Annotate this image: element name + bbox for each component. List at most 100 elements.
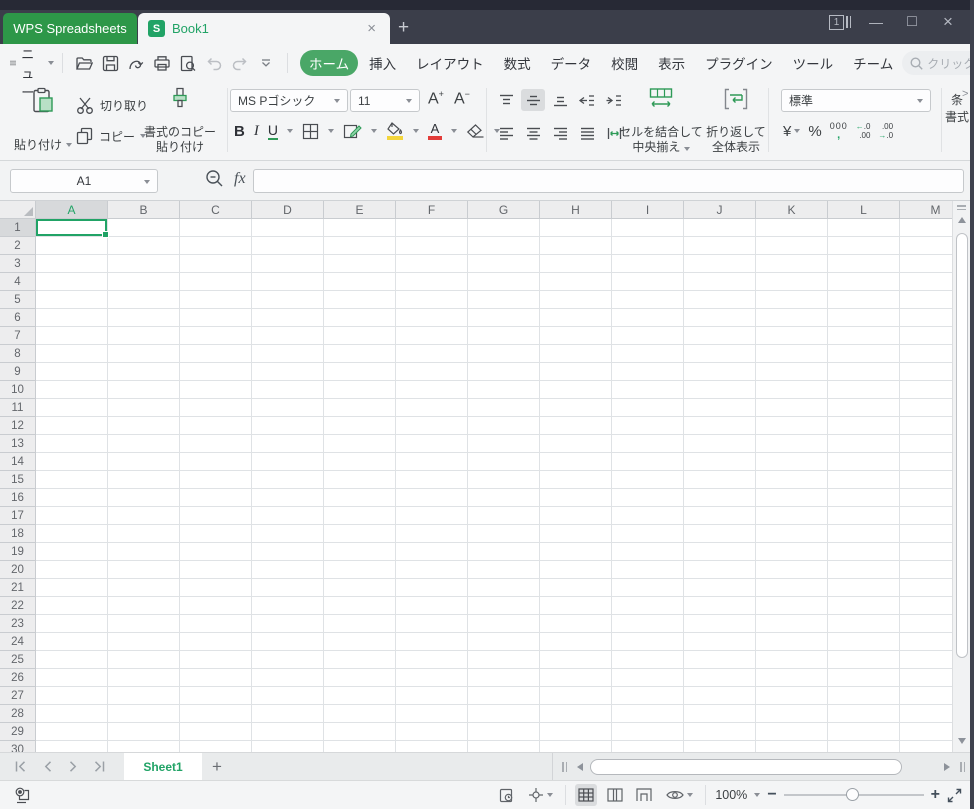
row-header-23[interactable]: 23 [0,615,35,633]
column-header-E[interactable]: E [324,201,396,218]
row-header-1[interactable]: 1 [0,219,35,237]
next-sheet-button[interactable] [60,756,86,778]
horizontal-scroll-track[interactable] [588,758,939,776]
ribbon-tab-7[interactable]: プラグイン [696,50,782,76]
zoom-in-button[interactable]: + [931,787,940,803]
column-header-K[interactable]: K [756,201,828,218]
view-reading-mode-button[interactable] [662,784,696,806]
row-header-10[interactable]: 10 [0,381,35,399]
align-top-button[interactable] [494,89,518,111]
bold-button[interactable]: B [234,123,245,140]
last-sheet-button[interactable] [86,756,112,778]
view-normal-button[interactable] [575,784,598,806]
conditional-format-button[interactable]: 条 書式 [944,92,970,126]
redo-button[interactable] [227,51,253,75]
decrease-decimal-button[interactable]: .00 →.0 [878,122,893,140]
column-header-C[interactable]: C [180,201,252,218]
row-header-15[interactable]: 15 [0,471,35,489]
close-document-icon[interactable]: × [363,20,380,37]
font-size-select[interactable]: 11 [350,89,420,112]
horizontal-scrollbar[interactable] [552,753,974,780]
row-header-21[interactable]: 21 [0,579,35,597]
clear-format-button[interactable] [466,123,485,139]
row-header-6[interactable]: 6 [0,309,35,327]
zoom-slider-knob[interactable] [845,788,859,801]
open-file-button[interactable] [71,51,97,75]
number-format-select[interactable]: 標準 [781,89,931,112]
view-page-layout-button[interactable] [604,784,626,806]
row-header-25[interactable]: 25 [0,651,35,669]
ribbon-tab-3[interactable]: 数式 [495,50,540,76]
print-preview-button[interactable] [175,51,201,75]
zoom-out-button[interactable]: − [767,787,776,803]
format-painter-button[interactable]: 書式のコピー 貼り付け [142,87,218,155]
vertical-scrollbar[interactable] [952,201,970,752]
row-header-4[interactable]: 4 [0,273,35,291]
column-header-M[interactable]: M [900,201,952,218]
ribbon-tab-6[interactable]: 表示 [649,50,694,76]
thousands-format-button[interactable]: 000 , [830,122,848,141]
column-header-F[interactable]: F [396,201,468,218]
search-box[interactable]: クリック... [902,51,974,75]
add-sheet-button[interactable]: + [202,753,232,780]
ribbon-tab-2[interactable]: レイアウト [407,50,493,76]
row-header-11[interactable]: 11 [0,399,35,417]
document-tab[interactable]: S Book1 × [138,13,390,44]
align-right-button[interactable] [548,122,572,144]
row-header-7[interactable]: 7 [0,327,35,345]
arrange-windows-button[interactable]: 1 [822,7,858,37]
column-header-B[interactable]: B [108,201,180,218]
currency-format-button[interactable]: ¥ [783,123,801,140]
column-header-G[interactable]: G [468,201,540,218]
custom-view-button[interactable] [524,784,556,806]
fullscreen-icon[interactable] [947,788,962,803]
formula-input[interactable] [253,169,964,193]
percent-format-button[interactable]: % [808,123,821,140]
scroll-right-icon[interactable] [944,762,950,771]
task-window-button[interactable] [495,784,517,806]
first-sheet-button[interactable] [8,756,34,778]
name-box[interactable]: A1 [10,169,158,193]
sheet-tab-sheet1[interactable]: Sheet1 [124,753,202,780]
column-header-A[interactable]: A [36,201,108,218]
row-header-17[interactable]: 17 [0,507,35,525]
borders-button[interactable] [302,123,319,140]
fill-handle[interactable] [102,231,109,238]
ribbon-tab-0[interactable]: ホーム [300,50,359,76]
selected-cell-a1[interactable] [36,219,109,238]
decrease-font-size-button[interactable]: A− [454,89,470,108]
row-header-28[interactable]: 28 [0,705,35,723]
column-header-I[interactable]: I [612,201,684,218]
close-window-button[interactable]: × [930,7,966,37]
scroll-down-icon[interactable] [957,738,966,744]
fill-color-button[interactable] [386,122,404,140]
zoom-slider[interactable] [783,787,924,803]
italic-button[interactable]: I [254,123,259,140]
maximize-button[interactable]: □ [894,7,930,37]
ribbon-tab-1[interactable]: 挿入 [360,50,405,76]
row-header-9[interactable]: 9 [0,363,35,381]
draw-border-button[interactable] [343,123,362,140]
row-header-14[interactable]: 14 [0,453,35,471]
new-document-button[interactable]: + [398,18,409,37]
cells-area[interactable] [36,219,952,752]
row-header-19[interactable]: 19 [0,543,35,561]
row-header-27[interactable]: 27 [0,687,35,705]
row-header-12[interactable]: 12 [0,417,35,435]
increase-font-size-button[interactable]: A+ [428,89,444,108]
app-menu-button[interactable]: WPS Spreadsheets [3,13,137,44]
row-header-16[interactable]: 16 [0,489,35,507]
row-header-13[interactable]: 13 [0,435,35,453]
column-header-D[interactable]: D [252,201,324,218]
minimize-button[interactable]: — [858,7,894,37]
row-header-8[interactable]: 8 [0,345,35,363]
row-header-30[interactable]: 30 [0,741,35,753]
horizontal-scroll-thumb[interactable] [590,758,903,775]
font-color-button[interactable]: A [427,122,442,140]
merge-center-button[interactable]: セルを結合して 中央揃え [618,87,704,155]
row-header-26[interactable]: 26 [0,669,35,687]
row-header-5[interactable]: 5 [0,291,35,309]
column-header-H[interactable]: H [540,201,612,218]
align-bottom-button[interactable] [548,89,572,111]
vertical-scroll-thumb[interactable] [955,233,968,658]
